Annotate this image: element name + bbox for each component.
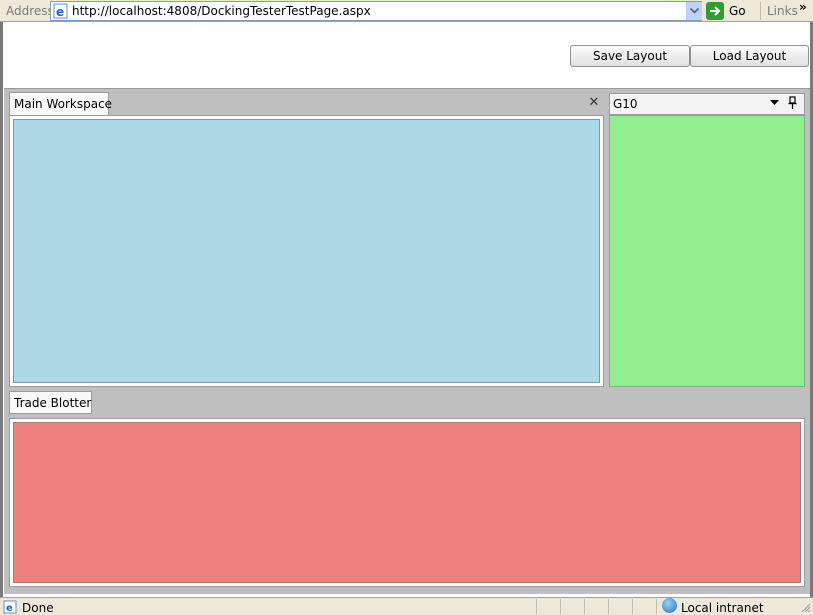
go-button[interactable]: Go [706, 1, 758, 21]
tab-main-workspace[interactable]: Main Workspace [9, 92, 112, 115]
svg-text:e: e [6, 603, 13, 614]
load-layout-button[interactable]: Load Layout [690, 45, 809, 67]
tab-trade-blotter[interactable]: Trade Blotter [9, 391, 92, 414]
status-divider [632, 599, 633, 614]
address-label: Address [6, 4, 54, 18]
address-dropdown-button[interactable] [686, 2, 702, 20]
security-zone-text: Local intranet [681, 601, 764, 615]
status-divider [536, 599, 537, 614]
status-text: Done [22, 601, 54, 615]
g10-panel-content[interactable] [609, 115, 805, 387]
trade-blotter-content[interactable] [13, 422, 801, 583]
main-workspace-content[interactable] [13, 119, 600, 383]
go-arrow-icon [706, 2, 724, 20]
address-bar: Address e http://localhost:4808/DockingT… [0, 0, 813, 22]
globe-icon [662, 598, 677, 613]
links-overflow-chevron[interactable]: » [799, 0, 807, 14]
status-divider [656, 599, 657, 614]
ie-page-icon: e [53, 3, 68, 19]
status-divider [560, 599, 561, 614]
links-button[interactable]: Links [767, 4, 798, 18]
dropdown-triangle-icon[interactable] [768, 98, 780, 110]
address-field[interactable]: e http://localhost:4808/DockingTesterTes… [50, 1, 702, 21]
toolbar-divider [760, 2, 761, 20]
chevron-down-icon [690, 8, 699, 14]
status-divider [608, 599, 609, 614]
pin-icon[interactable] [787, 96, 799, 110]
address-url[interactable]: http://localhost:4808/DockingTesterTestP… [72, 4, 371, 18]
ie-page-icon: e [3, 600, 17, 614]
svg-text:e: e [56, 5, 64, 19]
save-layout-button[interactable]: Save Layout [570, 45, 690, 67]
resize-grip-icon[interactable] [800, 602, 811, 613]
g10-panel-title: G10 [613, 97, 638, 111]
close-icon[interactable]: ✕ [588, 96, 600, 110]
go-label: Go [729, 4, 746, 18]
status-divider [584, 599, 585, 614]
